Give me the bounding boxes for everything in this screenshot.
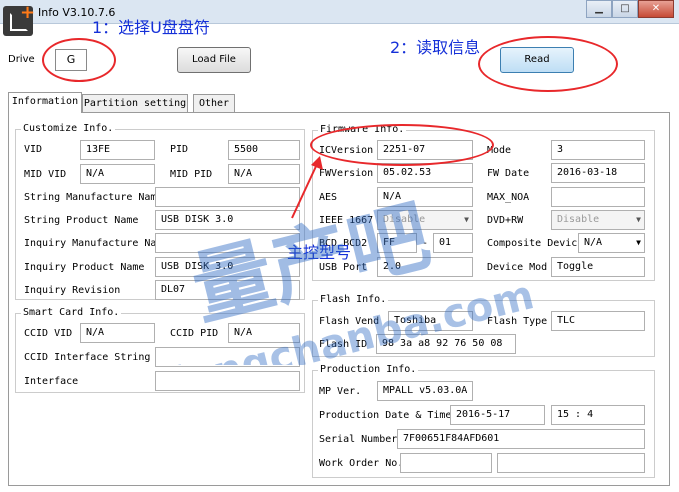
ccid-pid-label: CCID PID xyxy=(170,328,219,339)
ccid-interface-string-field[interactable] xyxy=(155,347,300,367)
inquiry-product-field[interactable]: USB DISK 3.0 xyxy=(155,257,300,277)
production-date-field[interactable]: 2016-5-17 xyxy=(450,405,545,425)
flash-type-field[interactable]: TLC xyxy=(551,311,645,331)
string-manufacture-field[interactable] xyxy=(155,187,300,207)
fw-version-field[interactable]: 05.02.53 xyxy=(377,163,473,183)
flash-info-title: Flash Info. xyxy=(318,294,389,305)
bcd-separator: - xyxy=(422,238,429,249)
ieee-1667-value: Disable xyxy=(383,214,426,225)
pid-label: PID xyxy=(170,144,189,155)
inquiry-revision-field[interactable]: DL07 xyxy=(155,280,300,300)
flash-vendor-field[interactable]: Toshiba xyxy=(388,311,473,331)
usb-port-label: USB Port xyxy=(319,262,368,273)
production-date-time-label: Production Date & Time xyxy=(319,410,452,421)
annotation-step2: 2：读取信息 xyxy=(390,38,481,57)
composite-device-value: N/A xyxy=(584,237,603,248)
chevron-down-icon: ▼ xyxy=(636,215,641,224)
inquiry-manufacture-field[interactable] xyxy=(155,233,300,253)
interface-field[interactable] xyxy=(155,371,300,391)
aes-field[interactable]: N/A xyxy=(377,187,473,207)
tab-partition-setting[interactable]: Partition setting xyxy=(82,94,188,112)
mp-ver-field[interactable]: MPALL v5.03.0A xyxy=(377,381,473,401)
annotation-ellipse-read xyxy=(478,36,618,92)
ccid-pid-field[interactable]: N/A xyxy=(228,323,300,343)
flash-vendor-label: Flash Vend xyxy=(319,316,380,327)
dvd-rw-select[interactable]: Disable ▼ xyxy=(551,210,645,230)
tab-information[interactable]: Information xyxy=(8,92,82,113)
maximize-icon[interactable]: □ xyxy=(612,0,638,18)
vid-label: VID xyxy=(24,144,43,155)
inquiry-product-label: Inquiry Product Name xyxy=(24,262,145,273)
bcd2-field[interactable]: 01 xyxy=(433,233,473,253)
production-time-field[interactable]: 15 : 4 xyxy=(551,405,645,425)
annotation-controller-model: 主控型号 xyxy=(287,243,352,262)
app-logo-icon: + xyxy=(3,4,35,36)
string-product-label: String Product Name xyxy=(24,215,139,226)
string-manufacture-label: String Manufacture Nam xyxy=(24,192,157,203)
usb-port-field[interactable]: 2.0 xyxy=(377,257,473,277)
annotation-step1: 1：选择U盘盘符 xyxy=(92,18,210,37)
work-order-extra-field[interactable] xyxy=(497,453,645,473)
chevron-down-icon: ▼ xyxy=(636,238,641,247)
inquiry-revision-label: Inquiry Revision xyxy=(24,285,121,296)
load-file-button[interactable]: Load File xyxy=(177,47,251,73)
flash-id-label: Flash ID xyxy=(319,339,368,350)
customize-info-title: Customize Info. xyxy=(21,123,116,134)
device-mode-field[interactable]: Toggle xyxy=(551,257,645,277)
ccid-vid-field[interactable]: N/A xyxy=(80,323,155,343)
annotation-ellipse-drive xyxy=(42,38,116,82)
bcd-field[interactable]: FF xyxy=(377,233,417,253)
work-order-label: Work Order No. xyxy=(319,458,404,469)
production-info-title: Production Info. xyxy=(318,364,419,375)
work-order-field[interactable] xyxy=(400,453,492,473)
mid-pid-label: MID PID xyxy=(170,169,213,180)
tab-other[interactable]: Other xyxy=(193,94,235,112)
close-icon[interactable]: ✕ xyxy=(638,0,674,18)
dvd-rw-value: Disable xyxy=(557,214,600,225)
serial-number-field[interactable]: 7F00651F84AFD601 xyxy=(397,429,645,449)
mid-vid-field[interactable]: N/A xyxy=(80,164,155,184)
drive-label: Drive xyxy=(8,54,35,65)
dvd-rw-label: DVD+RW xyxy=(487,215,524,226)
vid-field[interactable]: 13FE xyxy=(80,140,155,160)
fw-date-label: FW Date xyxy=(487,168,530,179)
ccid-interface-string-label: CCID Interface String xyxy=(24,352,151,363)
window-controls: ▁ □ ✕ xyxy=(586,0,674,18)
smart-card-info-title: Smart Card Info. xyxy=(21,307,122,318)
ccid-vid-label: CCID VID xyxy=(24,328,73,339)
chevron-down-icon: ▼ xyxy=(464,215,469,224)
interface-label: Interface xyxy=(24,376,79,387)
max-noa-label: MAX_NOA xyxy=(487,192,530,203)
composite-device-select[interactable]: N/A ▼ xyxy=(578,233,645,253)
fw-date-field[interactable]: 2016-03-18 xyxy=(551,163,645,183)
device-mode-label: Device Mod xyxy=(487,262,548,273)
string-product-field[interactable]: USB DISK 3.0 xyxy=(155,210,300,230)
max-noa-field[interactable] xyxy=(551,187,645,207)
ieee-1667-select[interactable]: Disable ▼ xyxy=(377,210,473,230)
annotation-arrow-icon xyxy=(291,156,323,219)
serial-number-label: Serial Number xyxy=(319,434,398,445)
flash-type-label: Flash Type xyxy=(487,316,548,327)
mp-ver-label: MP Ver. xyxy=(319,386,362,397)
flash-id-field[interactable]: 98 3a a8 92 76 50 08 xyxy=(376,334,516,354)
inquiry-manufacture-label: Inquiry Manufacture Nam xyxy=(24,238,163,249)
composite-device-label: Composite Devic xyxy=(487,238,578,249)
minimize-icon[interactable]: ▁ xyxy=(586,0,612,18)
mode-field[interactable]: 3 xyxy=(551,140,645,160)
mid-vid-label: MID VID xyxy=(24,169,67,180)
